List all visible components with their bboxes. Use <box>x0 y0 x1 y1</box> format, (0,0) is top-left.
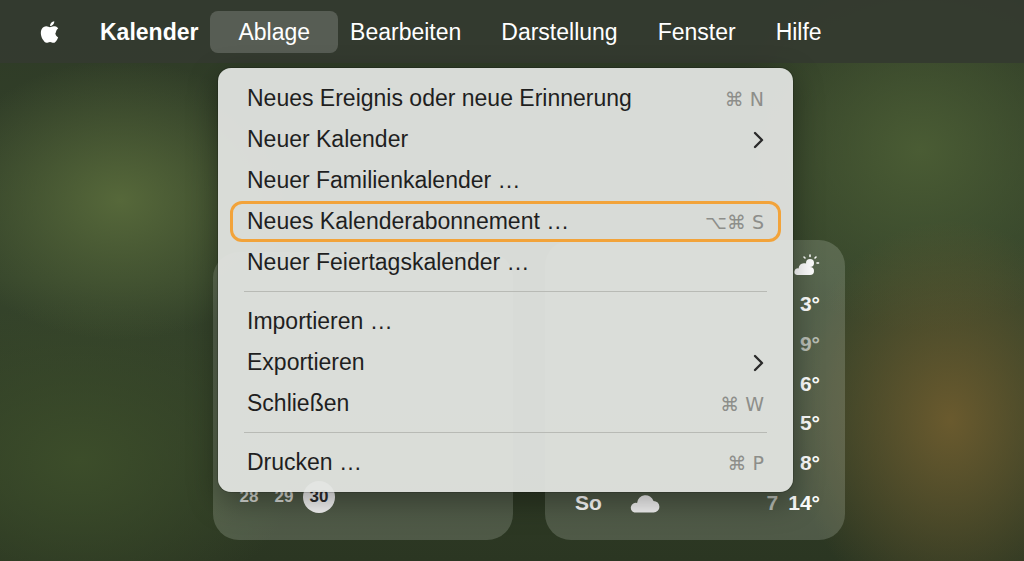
menu-bar: KalenderAblageBearbeitenDarstellungFenst… <box>0 0 1024 63</box>
menu-bar-item[interactable]: Hilfe <box>756 11 842 53</box>
apple-logo-icon[interactable] <box>38 17 64 47</box>
menu-item-label: Neuer Familienkalender … <box>247 167 521 194</box>
file-menu: Neues Ereignis oder neue Erinnerung⌘ NNe… <box>218 68 793 492</box>
menu-bar-item[interactable]: Ablage <box>210 11 338 53</box>
temperature: 3° <box>800 292 820 316</box>
menu-item-label: Importieren … <box>247 308 393 335</box>
forecast-day: So <box>575 491 617 515</box>
menu-item[interactable]: Neuer Kalender <box>230 119 781 160</box>
menu-item[interactable]: Neues Kalenderabonnement … ⌥⌘ S <box>230 201 781 242</box>
temperature: 5° <box>800 411 820 435</box>
menu-separator <box>244 291 767 292</box>
menu-item[interactable]: Neuer Familienkalender … <box>230 160 781 201</box>
cloud-icon <box>627 492 661 514</box>
menu-item-label: Neuer Feiertagskalender … <box>247 249 530 276</box>
temperature: 6° <box>800 372 820 396</box>
menu-item-label: Schließen <box>247 390 349 417</box>
menu-item[interactable]: Exportieren <box>230 342 781 383</box>
forecast-high: 14° <box>788 491 820 515</box>
forecast-low: 7 <box>767 491 779 515</box>
menu-item-label: Drucken … <box>247 449 362 476</box>
menu-shortcut: ⌘ N <box>709 88 764 110</box>
menu-shortcut: ⌥⌘ S <box>689 211 764 233</box>
menu-item-label: Neues Ereignis oder neue Erinnerung <box>247 85 632 112</box>
menu-bar-item[interactable]: Fenster <box>638 11 756 53</box>
temperature: 8° <box>800 451 820 475</box>
menu-shortcut: ⌘ P <box>712 452 765 474</box>
menu-item-label: Neues Kalenderabonnement … <box>247 208 569 235</box>
menu-separator <box>244 432 767 433</box>
menu-item-label: Exportieren <box>247 349 365 376</box>
menu-item[interactable]: Neuer Feiertagskalender … <box>230 242 781 283</box>
menu-item[interactable]: Schließen ⌘ W <box>230 383 781 424</box>
chevron-right-icon <box>752 130 764 150</box>
menu-item[interactable]: Neues Ereignis oder neue Erinnerung ⌘ N <box>230 78 781 119</box>
sun-cloud-icon <box>792 254 820 278</box>
desktop: KalenderAblageBearbeitenDarstellungFenst… <box>0 0 1024 561</box>
chevron-right-icon <box>752 353 764 373</box>
menu-bar-item[interactable]: Darstellung <box>481 11 637 53</box>
menu-bar-item[interactable]: Kalender <box>80 11 218 53</box>
menu-item[interactable]: Importieren … <box>230 301 781 342</box>
menu-bar-item[interactable]: Bearbeiten <box>330 11 481 53</box>
temperature: 9° <box>800 332 820 356</box>
menu-shortcut: ⌘ W <box>704 393 764 415</box>
menu-item[interactable]: Drucken … ⌘ P <box>230 442 781 483</box>
menu-item-label: Neuer Kalender <box>247 126 408 153</box>
